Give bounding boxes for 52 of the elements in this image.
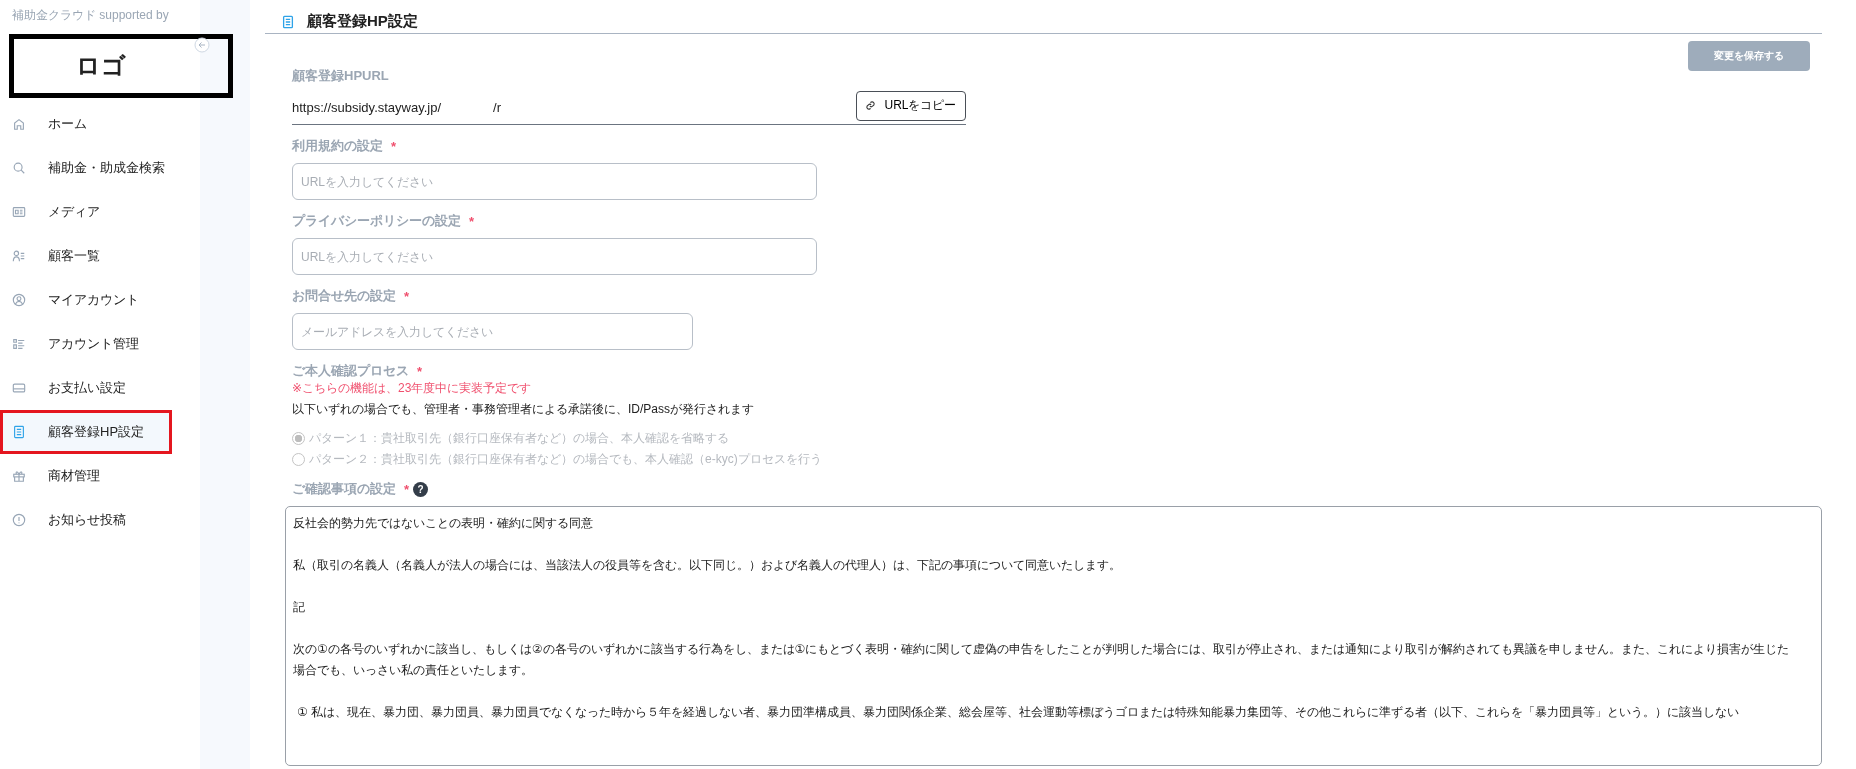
required-mark: * [404,288,410,304]
collapse-icon[interactable] [194,37,210,53]
url-text: https://subsidy.stayway.jp/ [292,100,442,115]
sidebar-item[interactable]: メディア [0,190,200,234]
copy-url-button[interactable]: URLをコピー [856,90,966,121]
sidebar-item[interactable]: 顧客登録HP設定 [0,410,172,454]
required-mark: * [391,138,397,154]
sidebar-item[interactable]: お知らせ投稿 [0,498,200,542]
people-list-icon [12,249,26,263]
alert-icon [12,513,26,527]
input-field[interactable]: URLを入力してください [292,238,817,275]
gift-icon [12,469,26,483]
description-text: 以下いずれの場合でも、管理者・事務管理者による承諾後に、ID/Passが発行されます [292,401,755,418]
agreement-paragraph: 次の①の各号のいずれかに該当し、もしくは②の各号のいずれかに該当する行為をし、または①にもとづく表明・確約に関して虚偽の申告をしたことが判明した場合には、取引が停止され、または通知により取引が解約されても異議を申しません。また、これにより損害が生じた場合でも、いっさい私の責任といたします。 [293,641,1791,679]
sidebar-item[interactable]: 補助金・助成金検索 [0,146,200,190]
url-text: /r [493,100,502,115]
input-field[interactable]: メールアドレスを入力してください [292,313,693,350]
media-icon [12,205,26,219]
page-title: 顧客登録HP設定 [307,12,418,31]
grid-list-icon [12,337,26,351]
field-label: ご確認事項の設定 [292,480,396,498]
sidebar-item[interactable]: お支払い設定 [0,366,200,410]
required-mark: * [469,213,475,229]
field-label: お問合せ先の設定 [292,287,396,305]
help-icon[interactable]: ? [413,481,429,497]
agreement-paragraph: 記 [293,599,306,616]
sidebar-item[interactable]: 商材管理 [0,454,200,498]
link-icon [865,100,877,111]
notice-text: ※こちらの機能は、23年度中に実装予定です [292,380,533,397]
user-circle-icon [12,293,26,307]
agreement-paragraph: ① 私は、現在、暴力団、暴力団員、暴力団員でなくなった時から５年を経過しない者、暴力団準構成員、暴力団関係企業、総会屋等、社会運動等標ぼうゴロまたは特殊知能暴力集団等、その他これらに準ずる者（以下、これらを「暴力団員等」という。）に該当しない [296,704,1741,721]
home-icon [12,117,26,131]
search-icon [12,161,26,175]
sidebar-item[interactable]: マイアカウント [0,278,200,322]
sidebar-item[interactable]: アカウント管理 [0,322,200,366]
logo: ロゴ [9,34,233,98]
document-icon [281,14,295,29]
input-field[interactable]: URLを入力してください [292,163,817,200]
text-area[interactable] [285,506,1822,766]
field-label: 利用規約の設定 [292,137,383,155]
field-label: 顧客登録HPURL [292,67,390,85]
field-label: ご本人確認プロセス [292,362,409,380]
document-icon [12,425,26,439]
sidebar-item[interactable]: ホーム [0,102,200,146]
agreement-paragraph: 私（取引の名義人（名義人が法人の場合には、当該法人の役員等を含む。以下同じ。）および名義人の代理人）は、下記の事項について同意いたします。 [293,557,1122,574]
card-icon [12,381,26,395]
agreement-paragraph: 反社会的勢力先ではないことの表明・確約に関する同意 [293,515,594,532]
required-mark: * [417,363,423,379]
brand-caption: 補助金クラウド supported by [11,7,170,24]
sidebar-item[interactable]: 顧客一覧 [0,234,200,278]
required-mark: * [404,481,410,497]
field-label: プライバシーポリシーの設定 [292,212,461,230]
